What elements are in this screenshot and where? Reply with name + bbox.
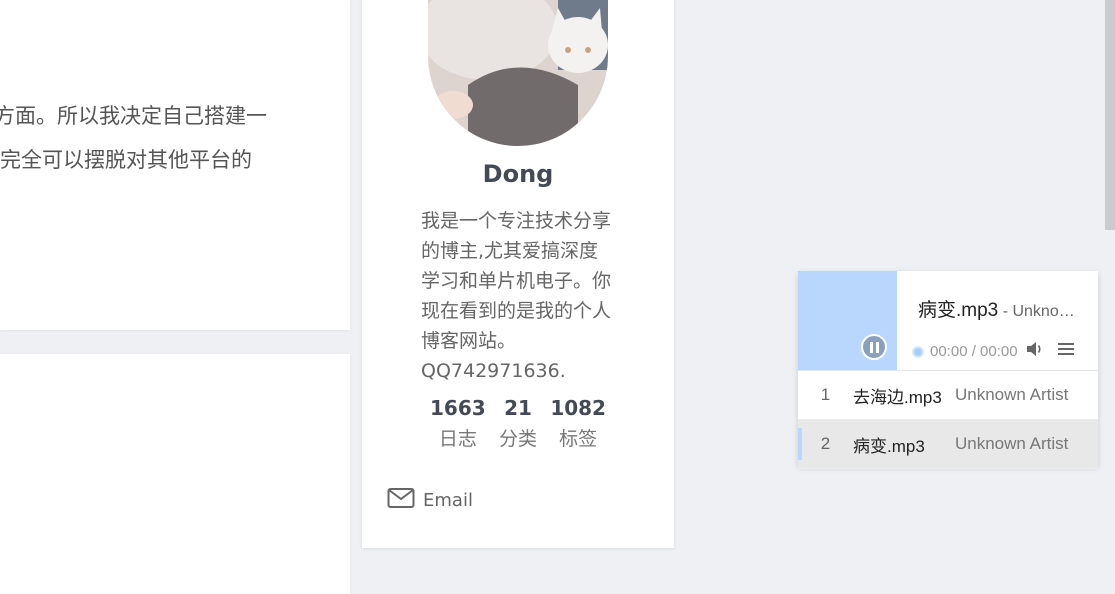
post-excerpt: 方面。所以我决定自己搭建一 完全可以摆脱对其他平台的 [0, 94, 354, 182]
track-index: 2 [820, 434, 831, 453]
site-stats: 1663 日志 21 分类 1082 标签 [428, 396, 608, 451]
stat-label: 日志 [438, 428, 477, 450]
track-title: 病变.mp3 [853, 436, 925, 456]
stat-label: 分类 [498, 428, 537, 450]
stat-label: 标签 [559, 428, 598, 450]
envelope-icon [387, 487, 415, 514]
playlist-item[interactable]: 1 去海边.mp3 Unknown Artist [798, 371, 1098, 420]
album-cover [798, 271, 897, 370]
post-card: 方面。所以我决定自己搭建一 完全可以摆脱对其他平台的 [0, 0, 350, 330]
author-name: Dong [482, 160, 554, 188]
volume-icon[interactable] [1026, 341, 1044, 362]
email-link[interactable]: Email [387, 487, 473, 514]
track-artist: Unknown Artist [955, 434, 1069, 453]
post-card [0, 354, 350, 594]
page-scrollbar[interactable] [1105, 0, 1115, 230]
pause-icon[interactable] [861, 334, 887, 360]
avatar [428, 0, 608, 146]
post-excerpt-line: 完全可以摆脱对其他平台的 [0, 148, 252, 172]
author-sidebar: Dong 我是一个专注技术分享的博主,尤其爱搞深度学习和单片机电子。你现在看到的… [362, 0, 674, 548]
now-playing: 病变.mp3 - Unknown Artist [918, 295, 1086, 322]
track-artist: Unknown Artist [955, 385, 1069, 404]
stat-count: 1663 [430, 396, 486, 420]
email-label: Email [423, 490, 473, 511]
author-description: 我是一个专注技术分享的博主,尤其爱搞深度学习和单片机电子。你现在看到的是我的个人… [421, 210, 612, 382]
stat-count: 1082 [550, 396, 606, 420]
post-excerpt-line: 方面。所以我决定自己搭建一 [0, 104, 267, 128]
stat-count: 21 [504, 396, 532, 420]
playlist: 1 去海边.mp3 Unknown Artist 2 病变.mp3 Unknow… [798, 370, 1098, 469]
now-playing-title: 病变.mp3 [918, 300, 999, 321]
progress-indicator-icon [912, 345, 924, 358]
stat-categories[interactable]: 21 分类 [497, 396, 539, 451]
playlist-item-active[interactable]: 2 病变.mp3 Unknown Artist [798, 420, 1098, 469]
track-index: 1 [820, 385, 831, 404]
track-title: 去海边.mp3 [853, 387, 942, 407]
now-playing-artist: - Unknown Artist [1002, 303, 1086, 320]
menu-icon[interactable] [1057, 342, 1074, 361]
stat-posts[interactable]: 1663 日志 [428, 396, 488, 451]
time-display: 00:00 / 00:00 [930, 343, 1018, 360]
player-controls: 00:00 / 00:00 [912, 341, 1074, 362]
stat-tags[interactable]: 1082 标签 [548, 396, 608, 451]
music-player: 病变.mp3 - Unknown Artist 00:00 / 00:00 1 … [798, 271, 1098, 469]
